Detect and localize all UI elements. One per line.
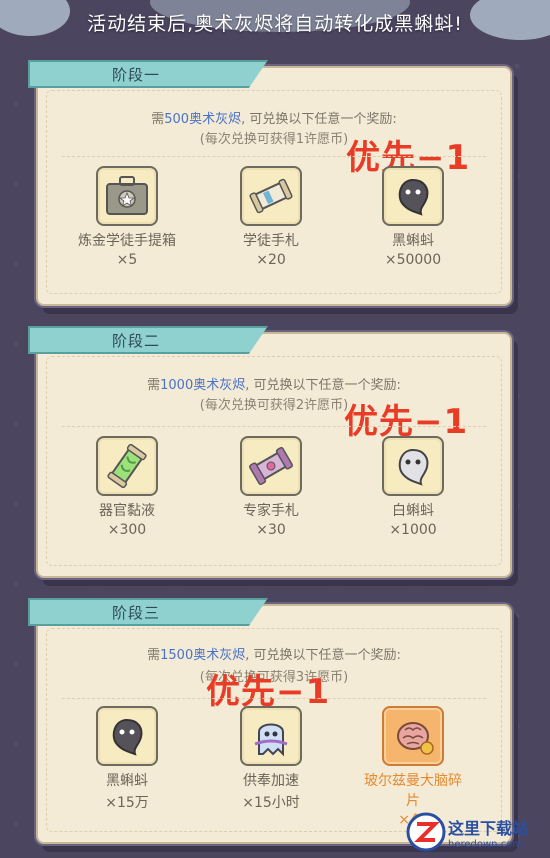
item-name: 白蝌蚪	[392, 503, 434, 519]
brain-icon	[382, 706, 444, 766]
item-quantity: ×5	[116, 252, 138, 268]
item-quantity: ×50000	[384, 252, 442, 268]
reward-item[interactable]: 黑蝌蚪 ×50000	[358, 166, 468, 268]
ash-amount: 1500奥术灰烬	[160, 648, 246, 663]
item-quantity: ×1000	[389, 522, 437, 538]
requirement-text: 需500奥术灰烬, 可兑换以下任意一个奖励:	[151, 112, 397, 127]
stage-title: 阶段三	[112, 603, 161, 622]
top-notice-bar: 活动结束后,奥术灰烬将自动转化成黑蝌蚪!	[0, 0, 550, 44]
ash-amount: 1000奥术灰烬	[160, 378, 246, 393]
watermark-url: heredown.com	[448, 838, 523, 850]
stage-title: 阶段一	[112, 65, 161, 84]
ash-amount: 500奥术灰烬	[164, 112, 242, 127]
item-quantity: ×30	[256, 522, 286, 538]
notice-text: 活动结束后,奥术灰烬将自动转化成黑蝌蚪!	[87, 12, 463, 35]
watermark-title: 这里下载站	[448, 818, 529, 838]
requirement-text: 需1500奥术灰烬, 可兑换以下任意一个奖励:	[147, 648, 401, 663]
item-name: 器官黏液	[99, 503, 155, 519]
reward-item[interactable]: 炼金学徒手提箱 ×5	[72, 166, 182, 268]
item-quantity: ×20	[256, 252, 286, 268]
ghost-icon	[240, 706, 302, 766]
item-name: 供奉加速	[243, 773, 299, 789]
stage-ribbon: 阶段三	[28, 598, 268, 626]
reward-item[interactable]: 供奉加速 ×15小时	[216, 706, 326, 812]
item-name: 专家手札	[243, 503, 299, 519]
item-name: 黑蝌蚪	[106, 773, 148, 789]
expert-scroll-icon	[240, 436, 302, 496]
white-tadpole-icon	[382, 436, 444, 496]
slime-tube-icon	[96, 436, 158, 496]
reward-item[interactable]: 专家手札 ×30	[216, 436, 326, 538]
stage-card-3: 阶段三 需1500奥术灰烬, 可兑换以下任意一个奖励: (每次兑换可获得3许愿币…	[28, 598, 512, 844]
reward-item[interactable]: 白蝌蚪 ×1000	[358, 436, 468, 538]
item-quantity: ×15小时	[242, 795, 300, 811]
cloud-decoration	[0, 0, 70, 36]
site-watermark: 这里下载站 heredown.com	[406, 810, 544, 854]
stage-title: 阶段二	[112, 331, 161, 350]
briefcase-icon	[96, 166, 158, 226]
scroll-icon	[240, 166, 302, 226]
requirement-text: 需1000奥术灰烬, 可兑换以下任意一个奖励:	[147, 378, 401, 393]
reward-item[interactable]: 学徒手札 ×20	[216, 166, 326, 268]
item-quantity: ×300	[107, 522, 147, 538]
reward-item[interactable]: 黑蝌蚪 ×15万	[72, 706, 182, 812]
cloud-decoration	[470, 0, 550, 40]
stage-ribbon: 阶段一	[28, 60, 268, 88]
item-name: 炼金学徒手提箱	[78, 233, 176, 249]
item-quantity: ×15万	[105, 795, 149, 811]
black-tadpole-icon	[96, 706, 158, 766]
item-name: 学徒手札	[243, 233, 299, 249]
reward-item[interactable]: 器官黏液 ×300	[72, 436, 182, 538]
item-name: 玻尔兹曼大脑碎片	[364, 773, 462, 809]
black-tadpole-icon	[382, 166, 444, 226]
stage-card-1: 阶段一 需500奥术灰烬, 可兑换以下任意一个奖励: (每次兑换可获得1许愿币)…	[28, 60, 512, 306]
site-logo-icon	[406, 812, 446, 852]
item-name: 黑蝌蚪	[392, 233, 434, 249]
stage-card-2: 阶段二 需1000奥术灰烬, 可兑换以下任意一个奖励: (每次兑换可获得2许愿币…	[28, 326, 512, 578]
stage-ribbon: 阶段二	[28, 326, 268, 354]
